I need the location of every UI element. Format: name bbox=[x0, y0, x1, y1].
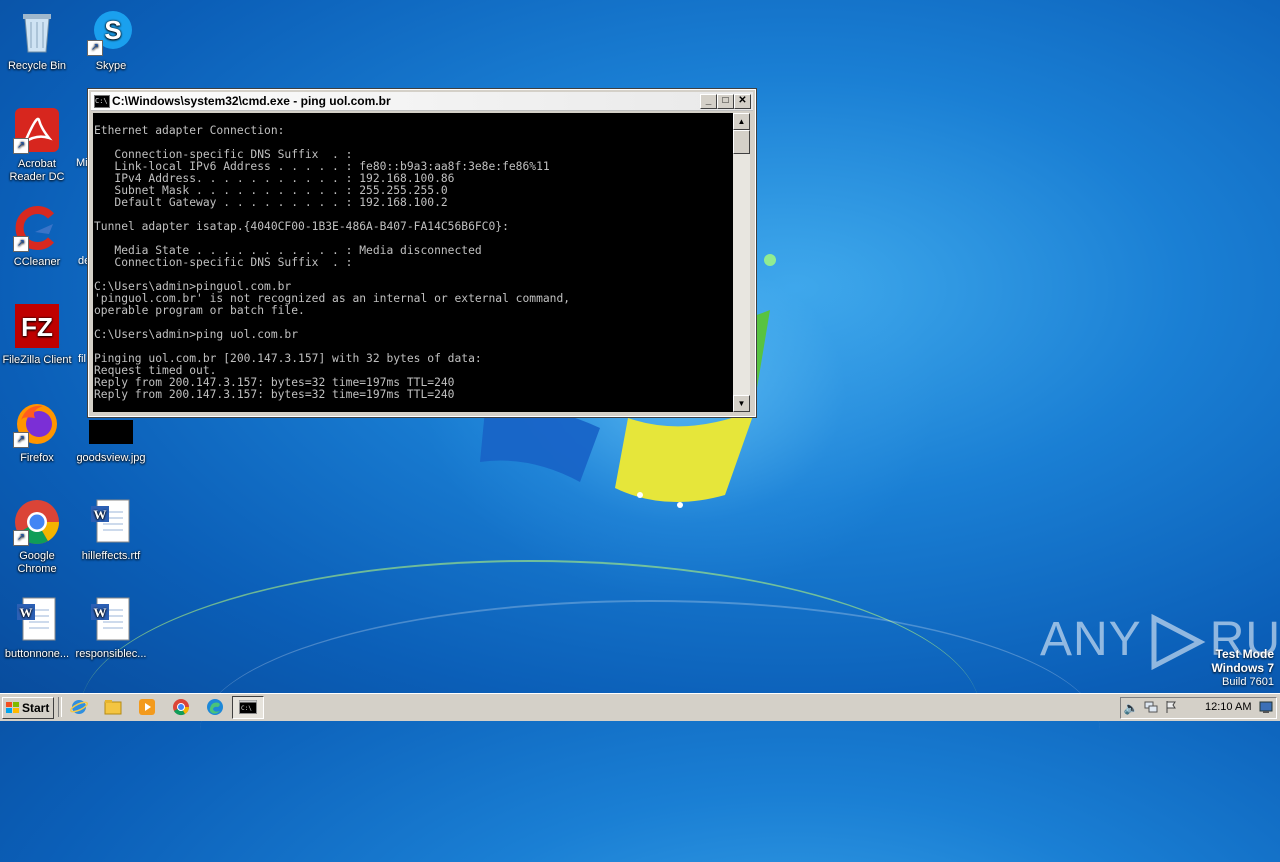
console-line: Ethernet adapter Connection: bbox=[94, 124, 285, 137]
test-mode-info: Test Mode Windows 7 Build 7601 bbox=[1211, 647, 1274, 689]
maximize-button[interactable]: □ bbox=[717, 94, 734, 109]
wallpaper-swirl bbox=[200, 600, 1100, 862]
cmd-window[interactable]: C:\ C:\Windows\system32\cmd.exe - ping u… bbox=[87, 88, 757, 418]
shortcut-arrow-icon: ↗ bbox=[13, 138, 29, 154]
show-desktop-icon[interactable] bbox=[1258, 700, 1274, 716]
cmd-titlebar[interactable]: C:\ C:\Windows\system32\cmd.exe - ping u… bbox=[91, 92, 753, 111]
file-explorer-icon[interactable] bbox=[103, 698, 123, 716]
console-text: Ethernet adapter Connection: Connection-… bbox=[93, 113, 733, 401]
filezilla-icon: FZ bbox=[13, 302, 61, 350]
console-line: Connection-specific DNS Suffix . : bbox=[114, 256, 353, 269]
desktop-icon-recycle-bin[interactable]: Recycle Bin bbox=[0, 8, 74, 73]
media-player-icon[interactable] bbox=[137, 698, 157, 716]
console-output[interactable]: Ethernet adapter Connection: Connection-… bbox=[93, 113, 733, 412]
shortcut-arrow-icon: ↗ bbox=[13, 236, 29, 252]
cmd-window-icon[interactable]: C:\ bbox=[94, 95, 110, 108]
desktop-icon-buttonnone[interactable]: W buttonnone... bbox=[0, 596, 74, 661]
svg-text:W: W bbox=[20, 605, 33, 620]
console-line: Default Gateway . . . . . . . . . : 192.… bbox=[114, 196, 448, 209]
chrome-icon: ↗ bbox=[13, 498, 61, 546]
system-tray: 🔈 12:10 AM bbox=[1120, 697, 1277, 719]
start-button[interactable]: Start bbox=[2, 697, 54, 719]
svg-text:C:\: C:\ bbox=[241, 705, 252, 712]
minimize-button[interactable]: _ bbox=[700, 94, 717, 109]
word-document-icon: W bbox=[87, 596, 135, 644]
volume-icon[interactable]: 🔈 bbox=[1123, 700, 1139, 716]
cmd-window-title: C:\Windows\system32\cmd.exe - ping uol.c… bbox=[112, 94, 391, 108]
ccleaner-icon: ↗ bbox=[13, 204, 61, 252]
word-document-icon: W bbox=[13, 596, 61, 644]
build-label: Build 7601 bbox=[1222, 676, 1274, 688]
play-icon bbox=[1151, 614, 1206, 671]
clock[interactable]: 12:10 AM bbox=[1205, 701, 1251, 713]
test-mode-label: Test Mode bbox=[1215, 647, 1274, 661]
shortcut-arrow-icon: ↗ bbox=[13, 432, 29, 448]
shortcut-arrow-icon: ↗ bbox=[13, 530, 29, 546]
partial-icon-label: fil bbox=[78, 353, 86, 365]
svg-text:W: W bbox=[94, 605, 107, 620]
desktop-icon-acrobat[interactable]: ↗ Acrobat Reader DC bbox=[0, 106, 74, 184]
vertical-scrollbar[interactable]: ▲ ▼ bbox=[733, 113, 750, 412]
windows-version-label: Windows 7 bbox=[1211, 661, 1274, 675]
action-center-flag-icon[interactable] bbox=[1163, 700, 1179, 716]
chrome-taskbar-icon[interactable] bbox=[171, 698, 191, 716]
acrobat-icon: ↗ bbox=[13, 106, 61, 154]
network-icon[interactable] bbox=[1143, 700, 1159, 716]
taskbar-separator bbox=[58, 697, 62, 717]
desktop-icon-hilleffects[interactable]: W hilleffects.rtf bbox=[74, 498, 148, 563]
console-line: Reply from 200.147.3.157: bytes=32 time=… bbox=[94, 388, 455, 401]
svg-text:FZ: FZ bbox=[21, 312, 53, 342]
desktop-icon-responsiblec[interactable]: W responsiblec... bbox=[74, 596, 148, 661]
cmd-taskbar-icon: C:\ bbox=[239, 700, 257, 714]
desktop-icon-filezilla[interactable]: FZ FileZilla Client bbox=[0, 302, 74, 367]
shortcut-arrow-icon: ↗ bbox=[87, 40, 103, 56]
taskbar-cmd-button[interactable]: C:\ bbox=[232, 696, 264, 719]
desktop-icon-firefox[interactable]: ↗ Firefox bbox=[0, 400, 74, 465]
desktop-icon-skype[interactable]: S ↗ Skype bbox=[74, 8, 148, 73]
console-line: C:\Users\admin>ping uol.com.br bbox=[94, 328, 299, 341]
close-button[interactable]: ✕ bbox=[734, 94, 751, 109]
svg-text:W: W bbox=[94, 507, 107, 522]
desktop-icon-chrome[interactable]: ↗ Google Chrome bbox=[0, 498, 74, 576]
scroll-thumb[interactable] bbox=[733, 130, 750, 154]
svg-text:S: S bbox=[104, 15, 121, 45]
internet-explorer-icon[interactable] bbox=[69, 698, 89, 716]
scroll-down-button[interactable]: ▼ bbox=[733, 395, 750, 412]
console-line: Tunnel adapter isatap.{4040CF00-1B3E-486… bbox=[94, 220, 509, 233]
edge-icon[interactable] bbox=[205, 698, 225, 716]
windows-flag-icon bbox=[6, 702, 19, 713]
word-document-icon: W bbox=[87, 498, 135, 546]
start-label: Start bbox=[22, 701, 50, 715]
watermark-text-left: ANY bbox=[1040, 613, 1142, 666]
taskbar: Start C:\ 🔈 12:10 AM bbox=[0, 693, 1280, 721]
partial-icon-label: Mi bbox=[76, 157, 88, 169]
desktop-icon-ccleaner[interactable]: ↗ CCleaner bbox=[0, 204, 74, 269]
recycle-bin-icon bbox=[13, 8, 61, 56]
firefox-icon: ↗ bbox=[13, 400, 61, 448]
skype-icon: S ↗ bbox=[87, 8, 135, 56]
console-line: operable program or batch file. bbox=[94, 304, 305, 317]
scroll-up-button[interactable]: ▲ bbox=[733, 113, 750, 130]
